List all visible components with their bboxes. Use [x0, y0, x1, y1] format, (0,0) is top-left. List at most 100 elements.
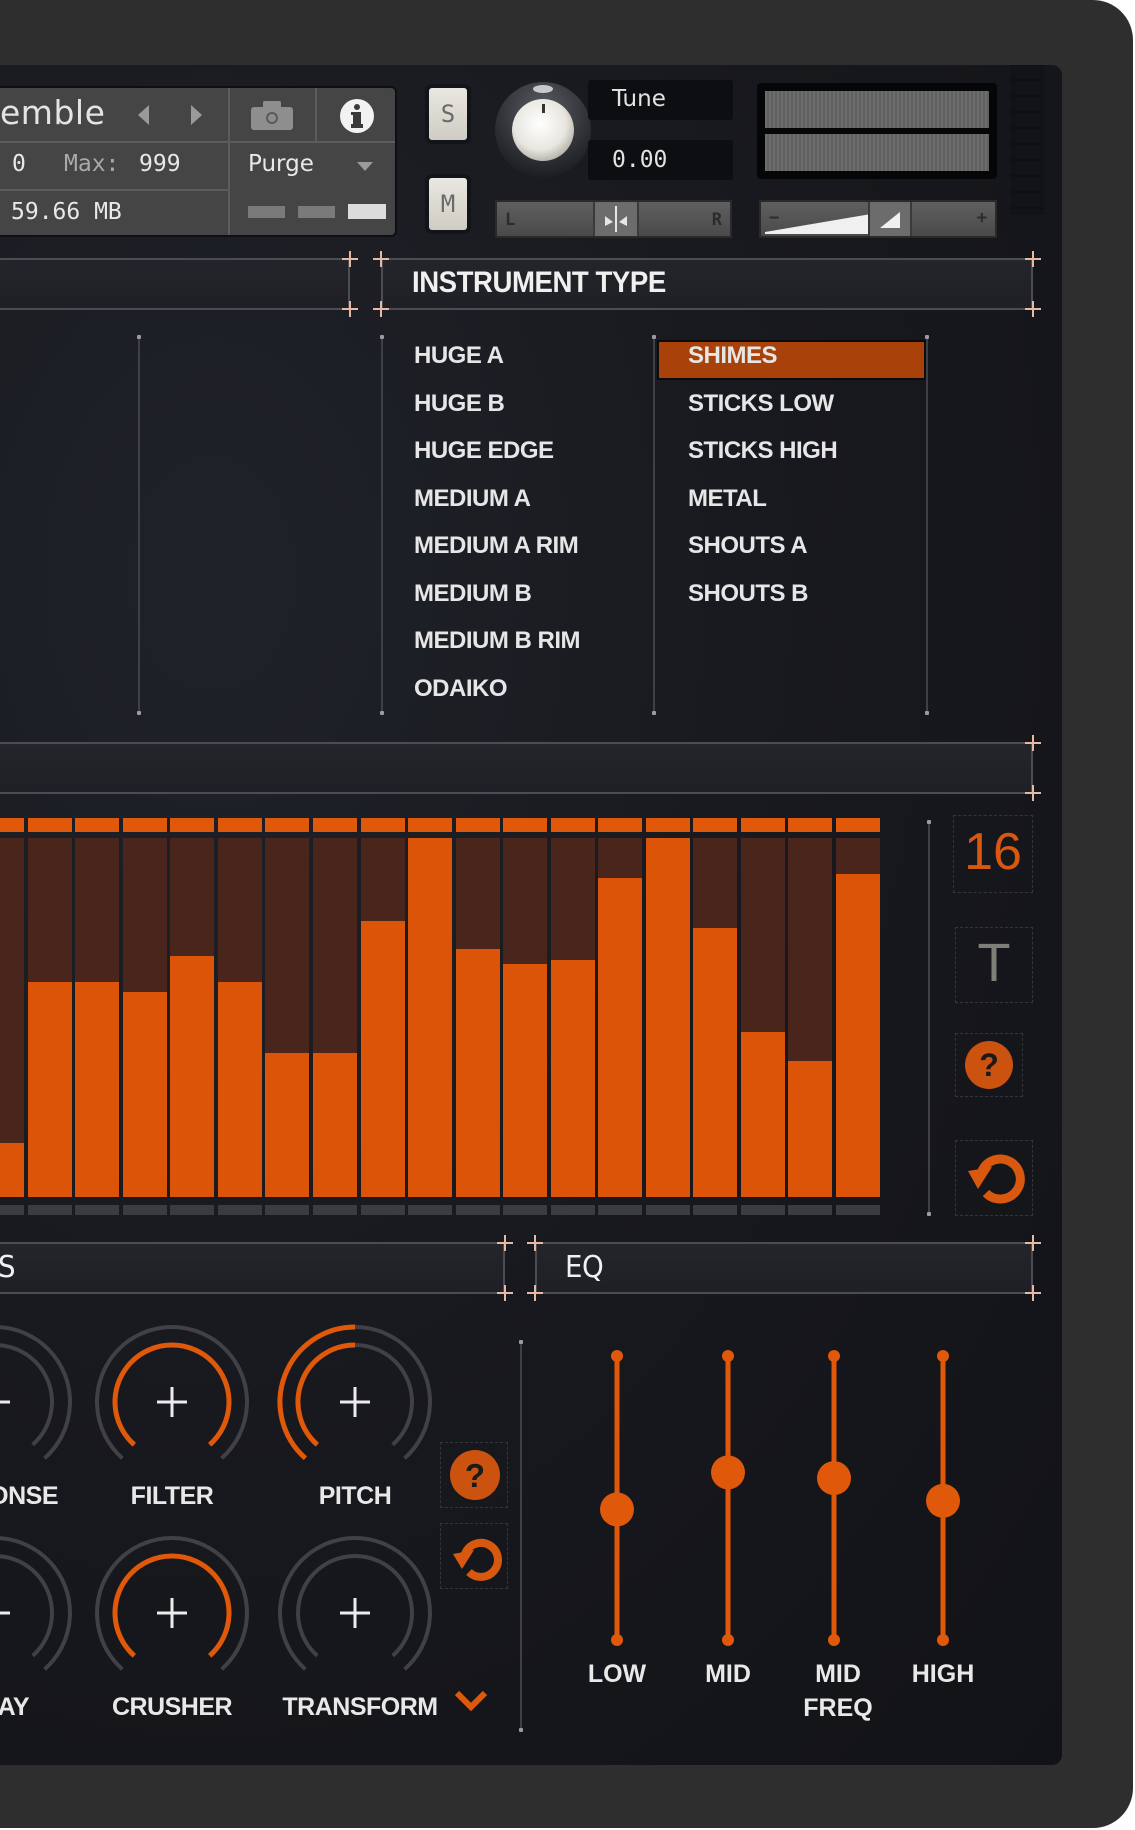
instrument-option[interactable]: SHIMES — [688, 342, 778, 370]
step-accent[interactable] — [27, 818, 72, 832]
step-bar[interactable] — [788, 838, 833, 1197]
step-toggle[interactable] — [312, 1205, 357, 1215]
effects-more-button[interactable] — [453, 1689, 489, 1713]
instrument-option[interactable]: ODAIKO — [414, 675, 508, 703]
t-button[interactable]: T — [955, 927, 1033, 1003]
step-bar[interactable] — [693, 838, 738, 1197]
step-accent[interactable] — [598, 818, 643, 832]
step-toggle[interactable] — [645, 1205, 690, 1215]
step-bar[interactable] — [550, 838, 595, 1197]
step-accent[interactable] — [265, 818, 310, 832]
eq-slider[interactable] — [597, 1348, 637, 1648]
step-bar[interactable] — [122, 838, 167, 1197]
step-toggle[interactable] — [740, 1205, 785, 1215]
effect-knob[interactable] — [82, 1523, 262, 1703]
step-toggle[interactable] — [217, 1205, 262, 1215]
pan-handle[interactable] — [593, 202, 639, 236]
instrument-option[interactable]: STICKS HIGH — [688, 437, 838, 465]
step-accent[interactable] — [550, 818, 595, 832]
step-toggle[interactable] — [550, 1205, 595, 1215]
instrument-option[interactable]: HUGE A — [414, 342, 504, 370]
instrument-option[interactable]: SHOUTS A — [688, 532, 808, 560]
step-bar[interactable] — [455, 838, 500, 1197]
step-bar[interactable] — [170, 838, 215, 1197]
step-accent[interactable] — [455, 818, 500, 832]
step-accent[interactable] — [0, 818, 25, 832]
step-bar[interactable] — [360, 838, 405, 1197]
eq-slider[interactable] — [814, 1348, 854, 1648]
tune-knob[interactable] — [494, 81, 592, 179]
instrument-option[interactable]: SHOUTS B — [688, 580, 809, 608]
snapshot-button[interactable] — [250, 100, 294, 130]
pan-slider[interactable]: L R — [495, 200, 732, 238]
step-bar[interactable] — [27, 838, 72, 1197]
step-toggle[interactable] — [75, 1205, 120, 1215]
sequencer-help-button[interactable]: ? — [955, 1033, 1023, 1097]
instrument-option[interactable]: HUGE EDGE — [414, 437, 554, 465]
step-toggle[interactable] — [598, 1205, 643, 1215]
step-accent[interactable] — [645, 818, 690, 832]
prev-instrument-button[interactable] — [137, 104, 151, 126]
instrument-option[interactable]: METAL — [688, 485, 767, 513]
step-bar[interactable] — [312, 838, 357, 1197]
effect-knob[interactable] — [0, 1312, 85, 1492]
eq-thumb[interactable] — [600, 1492, 634, 1527]
step-bar[interactable] — [503, 838, 548, 1197]
volume-handle[interactable] — [868, 202, 912, 236]
step-toggle[interactable] — [265, 1205, 310, 1215]
effects-reset-button[interactable] — [440, 1523, 508, 1589]
instrument-name[interactable]: emble — [0, 93, 105, 132]
step-accent[interactable] — [836, 818, 880, 832]
instrument-option[interactable]: MEDIUM B — [414, 580, 532, 608]
next-instrument-button[interactable] — [189, 104, 203, 126]
step-toggle[interactable] — [455, 1205, 500, 1215]
instrument-option[interactable]: STICKS LOW — [688, 390, 834, 418]
purge-menu[interactable]: Purge — [248, 151, 314, 177]
step-toggle[interactable] — [0, 1205, 25, 1215]
eq-slider[interactable] — [708, 1348, 748, 1648]
steps-count-box[interactable]: 16 — [953, 815, 1033, 893]
step-accent[interactable] — [408, 818, 453, 832]
eq-thumb[interactable] — [926, 1483, 960, 1518]
mute-button[interactable]: M — [429, 178, 467, 230]
step-accent[interactable] — [693, 818, 738, 832]
step-toggle[interactable] — [693, 1205, 738, 1215]
info-button[interactable] — [339, 98, 375, 134]
step-accent[interactable] — [312, 818, 357, 832]
tune-value-box[interactable]: 0.00 — [588, 140, 733, 180]
step-accent[interactable] — [360, 818, 405, 832]
step-toggle[interactable] — [122, 1205, 167, 1215]
effect-knob[interactable] — [265, 1523, 445, 1703]
step-bar[interactable] — [645, 838, 690, 1197]
step-toggle[interactable] — [27, 1205, 72, 1215]
step-accent[interactable] — [170, 818, 215, 832]
instrument-option[interactable]: MEDIUM B RIM — [414, 627, 580, 655]
sequencer-reset-button[interactable] — [955, 1140, 1033, 1216]
max-voices-value[interactable]: 999 — [139, 151, 181, 177]
volume-slider[interactable]: − + — [759, 200, 997, 238]
step-bar[interactable] — [598, 838, 643, 1197]
step-accent[interactable] — [217, 818, 262, 832]
instrument-option[interactable]: HUGE B — [414, 390, 505, 418]
step-bar[interactable] — [0, 838, 25, 1197]
step-bar[interactable] — [265, 838, 310, 1197]
step-toggle[interactable] — [408, 1205, 453, 1215]
eq-thumb[interactable] — [711, 1455, 745, 1490]
effects-help-button[interactable]: ? — [440, 1442, 508, 1508]
step-accent[interactable] — [75, 818, 120, 832]
eq-slider[interactable] — [923, 1348, 963, 1648]
step-toggle[interactable] — [836, 1205, 880, 1215]
step-bar[interactable] — [408, 838, 453, 1197]
solo-button[interactable]: S — [429, 88, 467, 140]
step-bar[interactable] — [217, 838, 262, 1197]
step-bar[interactable] — [740, 838, 785, 1197]
effect-knob[interactable] — [0, 1523, 85, 1703]
instrument-option[interactable]: MEDIUM A — [414, 485, 531, 513]
step-toggle[interactable] — [788, 1205, 833, 1215]
step-bar[interactable] — [836, 838, 880, 1197]
step-bar[interactable] — [75, 838, 120, 1197]
step-toggle[interactable] — [360, 1205, 405, 1215]
step-accent[interactable] — [122, 818, 167, 832]
step-toggle[interactable] — [170, 1205, 215, 1215]
instrument-option[interactable]: MEDIUM A RIM — [414, 532, 579, 560]
